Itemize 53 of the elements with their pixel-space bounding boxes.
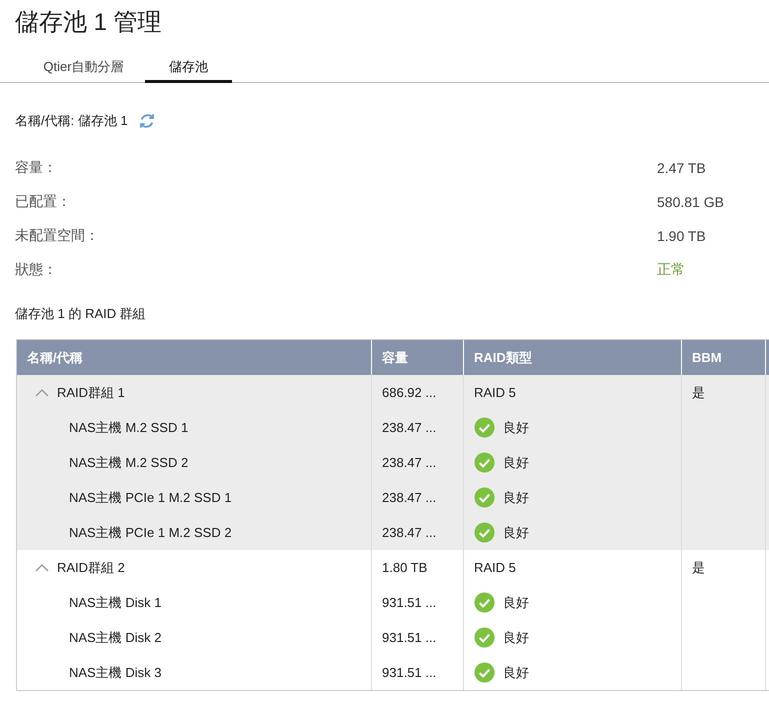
refresh-icon[interactable] (138, 112, 156, 130)
table-cell: 238.47 ... (382, 525, 436, 540)
table-cell: 931.51 ... (382, 665, 436, 680)
table-cell: 是 (692, 558, 705, 576)
table-cell: RAID 5 (474, 560, 516, 575)
table-cell: 931.51 ... (382, 630, 436, 645)
group-row[interactable]: RAID群組 1 686.92 ... RAID 5 是 (17, 375, 769, 410)
table-cell: 238.47 ... (382, 455, 436, 470)
check-icon (474, 487, 495, 508)
status-text: 良好 (503, 664, 529, 682)
status-value: 正常 (657, 261, 685, 279)
group-name: RAID群組 1 (57, 384, 125, 402)
status-text: 良好 (503, 488, 529, 506)
info-label: 未配置空間： (15, 227, 100, 245)
section-title: 儲存池 1 的 RAID 群組 (14, 305, 147, 323)
group-name: RAID群組 2 (57, 558, 125, 576)
check-icon (474, 452, 495, 473)
check-icon (474, 592, 495, 613)
disk-name: NAS主機 Disk 2 (69, 628, 162, 646)
pool-name-label: 名稱/代稱: 儲存池 1 (15, 112, 128, 130)
info-value: 2.47 TB (657, 160, 706, 176)
table-cell: 238.47 ... (382, 490, 436, 505)
table-cell: 931.51 ... (382, 595, 436, 610)
check-icon (474, 522, 495, 543)
table-cell: 238.47 ... (382, 420, 436, 435)
table-cell: 1.80 TB (382, 560, 428, 575)
check-icon (474, 662, 495, 683)
disk-name: NAS主機 M.2 SSD 1 (69, 418, 188, 436)
page-title: 儲存池 1 管理 (14, 8, 163, 38)
info-label: 容量： (15, 159, 58, 177)
check-icon (474, 627, 495, 648)
caret-up-icon[interactable] (35, 388, 49, 396)
info-label: 已配置： (15, 193, 72, 211)
disk-name: NAS主機 M.2 SSD 2 (69, 454, 188, 472)
status-text: 良好 (503, 454, 529, 472)
table-cell: 686.92 ... (382, 385, 436, 400)
status-text: 良好 (503, 628, 529, 646)
status-text: 良好 (503, 418, 529, 436)
table-cell: RAID 5 (474, 385, 516, 400)
table-cell: 是 (692, 384, 705, 402)
info-value: 580.81 GB (657, 194, 724, 210)
disk-name: NAS主機 PCIe 1 M.2 SSD 1 (69, 488, 232, 506)
tab[interactable]: Qtier自動分層 (22, 58, 145, 83)
tab[interactable]: 儲存池 (145, 58, 232, 83)
disk-name: NAS主機 Disk 3 (69, 664, 162, 682)
status-text: 良好 (503, 594, 529, 612)
caret-up-icon[interactable] (35, 564, 49, 572)
info-value: 1.90 TB (657, 228, 706, 244)
disk-name: NAS主機 PCIe 1 M.2 SSD 2 (69, 524, 232, 542)
check-icon (474, 417, 495, 438)
info-label: 狀態： (15, 261, 58, 279)
disk-name: NAS主機 Disk 1 (69, 594, 162, 612)
status-text: 良好 (503, 524, 529, 542)
